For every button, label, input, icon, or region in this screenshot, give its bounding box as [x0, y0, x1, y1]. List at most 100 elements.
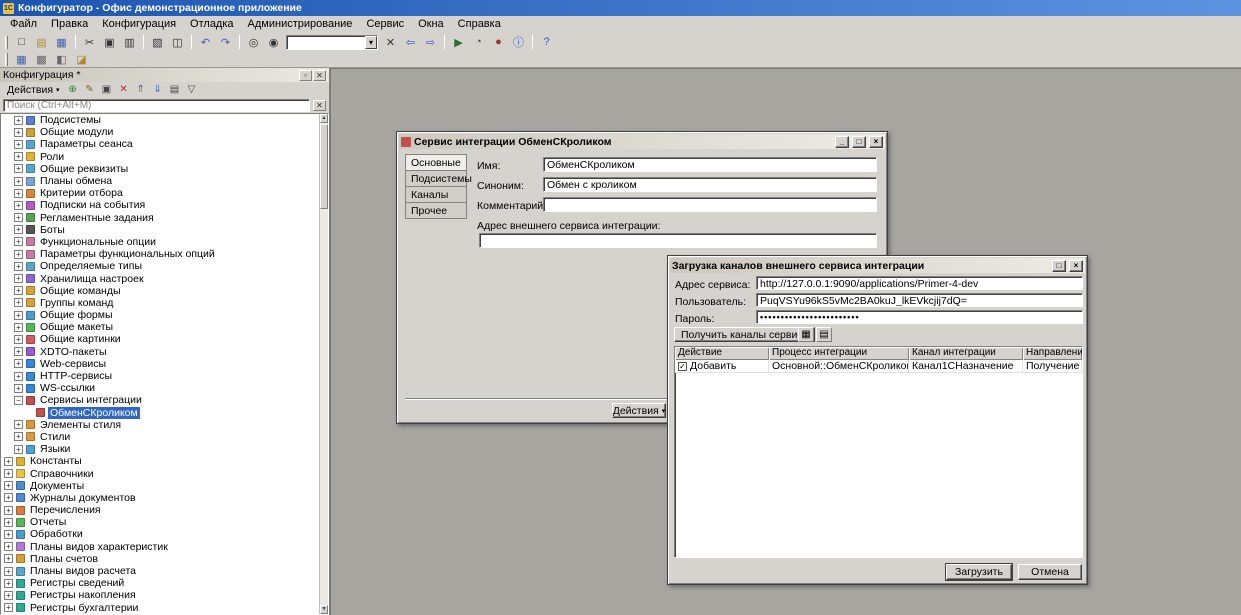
paste-icon[interactable]: ▥ [120, 34, 139, 50]
search-input[interactable]: Поиск (Ctrl+Alt+M) [3, 99, 310, 112]
tree-item[interactable]: +Подписки на события [1, 199, 319, 211]
find-next-icon[interactable]: ◉ [264, 34, 283, 50]
find-icon[interactable]: ◎ [244, 34, 263, 50]
debug-start-icon[interactable]: ▶ [449, 34, 468, 50]
dialog-actions-button[interactable]: Действия ▾ [612, 403, 666, 418]
search-clear-icon[interactable]: ✕ [313, 100, 326, 111]
tree-item[interactable]: +Общие макеты [1, 321, 319, 333]
go-forward-icon[interactable]: ⇨ [421, 34, 440, 50]
tree-expander-icon[interactable]: + [14, 323, 23, 332]
service-tab-4[interactable]: Прочее [405, 202, 467, 219]
tree-item[interactable]: +Регистры сведений [1, 577, 319, 589]
delete-icon[interactable]: ✕ [116, 83, 132, 97]
breakpoint-icon[interactable]: ● [489, 34, 508, 50]
tree-expander-icon[interactable]: + [14, 116, 23, 125]
tree-expander-icon[interactable]: + [14, 372, 23, 381]
menu-item-3[interactable]: Конфигурация [95, 17, 183, 31]
column-header-2[interactable]: Процесс интеграции [769, 347, 909, 360]
tree-item[interactable]: +Обработки [1, 528, 319, 540]
service-tab-3[interactable]: Каналы [405, 186, 467, 203]
tree-expander-icon[interactable]: + [14, 311, 23, 320]
tree-expander-icon[interactable]: + [14, 152, 23, 161]
save-settings-icon[interactable]: ▦ [798, 327, 814, 342]
tree-item[interactable]: +Регистры накопления [1, 589, 319, 601]
maximize-icon[interactable]: □ [1052, 260, 1066, 272]
user-field[interactable]: PuqVSYu96kS5vMc2BA0kuJ_lkEVkcjij7dQ= [756, 293, 1083, 307]
tree-item[interactable]: +Регистры бухгалтерии [1, 602, 319, 614]
edit-icon[interactable]: ✎ [82, 83, 98, 97]
password-field[interactable]: •••••••••••••••••••••••• [756, 310, 1083, 324]
tree-item[interactable]: +Планы обмена [1, 175, 319, 187]
tree-item[interactable]: +Группы команд [1, 297, 319, 309]
cancel-button[interactable]: Отмена [1018, 564, 1082, 580]
move-up-icon[interactable]: ⇑ [133, 83, 149, 97]
tree-expander-icon[interactable]: + [14, 177, 23, 186]
print-icon[interactable]: ▧ [148, 34, 167, 50]
tree-expander-icon[interactable]: + [4, 530, 13, 539]
print-preview-icon[interactable]: ◫ [168, 34, 187, 50]
column-header-4[interactable]: Направление [1023, 347, 1082, 360]
tree-item[interactable]: +Общие картинки [1, 333, 319, 345]
add-icon[interactable]: ⊕ [65, 83, 81, 97]
tree-expander-icon[interactable]: + [14, 201, 23, 210]
tree-item[interactable]: +Роли [1, 151, 319, 163]
tree-item[interactable]: +Боты [1, 224, 319, 236]
tree-item[interactable]: +WS-ссылки [1, 382, 319, 394]
scroll-thumb[interactable] [320, 124, 328, 209]
tree-item[interactable]: +Критерии отбора [1, 187, 319, 199]
tree-expander-icon[interactable]: + [14, 189, 23, 198]
maximize-icon[interactable]: □ [852, 136, 866, 148]
tree-expander-icon[interactable]: + [14, 432, 23, 441]
tree-expander-icon[interactable]: + [4, 481, 13, 490]
tree-item[interactable]: +Хранилища настроек [1, 272, 319, 284]
get-channels-button[interactable]: Получить каналы сервиса [674, 327, 815, 342]
tree-expander-icon[interactable]: + [14, 347, 23, 356]
comment-field[interactable] [543, 197, 877, 212]
tree-item[interactable]: +Общие реквизиты [1, 163, 319, 175]
actions-menu-button[interactable]: Действия ▾ [3, 83, 64, 97]
extension-icon[interactable]: ◪ [72, 52, 91, 68]
tree-expander-icon[interactable]: + [14, 420, 23, 429]
db-config-icon[interactable]: ▦ [12, 52, 31, 68]
chevron-down-icon[interactable]: ▾ [365, 36, 377, 49]
tree-expander-icon[interactable]: + [4, 567, 13, 576]
db-update-icon[interactable]: ▩ [32, 52, 51, 68]
menu-item-8[interactable]: Справка [451, 17, 508, 31]
tree-item[interactable]: +Регламентные задания [1, 212, 319, 224]
tree-item[interactable]: +Планы счетов [1, 553, 319, 565]
service-address-field[interactable]: http://127.0.0.1:9090/applications/Prime… [756, 276, 1083, 290]
save-icon[interactable]: ▦ [52, 34, 71, 50]
info-icon[interactable]: ⓘ [509, 34, 528, 50]
compare-config-icon[interactable]: ◧ [52, 52, 71, 68]
service-tab-1[interactable]: Основные [405, 154, 467, 171]
name-field[interactable]: ОбменСКроликом [543, 157, 877, 172]
menu-item-7[interactable]: Окна [411, 17, 451, 31]
tree-expander-icon[interactable]: + [4, 518, 13, 527]
tree-item[interactable]: +Справочники [1, 467, 319, 479]
toolbar-grip[interactable] [5, 53, 8, 66]
tree-expander-icon[interactable]: + [14, 274, 23, 283]
copy-icon[interactable]: ▣ [100, 34, 119, 50]
menu-item-5[interactable]: Администрирование [241, 17, 360, 31]
tree-expander-icon[interactable]: + [4, 506, 13, 515]
tree-item[interactable]: +Стили [1, 431, 319, 443]
tree-item[interactable]: +Общие команды [1, 285, 319, 297]
tree-expander-icon[interactable]: − [14, 396, 23, 405]
close-icon[interactable]: × [869, 136, 883, 148]
tree-item[interactable]: +Определяемые типы [1, 260, 319, 272]
filter-icon[interactable]: ▽ [184, 83, 200, 97]
menu-item-4[interactable]: Отладка [183, 17, 240, 31]
column-header-1[interactable]: Действие [675, 347, 769, 360]
tree-expander-icon[interactable]: + [14, 140, 23, 149]
move-down-icon[interactable]: ⇓ [150, 83, 166, 97]
tree-expander-icon[interactable]: + [14, 213, 23, 222]
scroll-up-icon[interactable]: ▲ [320, 114, 328, 123]
restore-settings-icon[interactable]: ▤ [816, 327, 832, 342]
tree-expander-icon[interactable]: + [14, 237, 23, 246]
undo-icon[interactable]: ↶ [196, 34, 215, 50]
table-row[interactable]: ✓ДобавитьОсновной::ОбменСКроликомКанал1С… [675, 360, 1082, 373]
new-icon[interactable]: □ [12, 34, 31, 50]
menu-item-1[interactable]: Файл [3, 17, 44, 31]
sort-icon[interactable]: ▤ [167, 83, 183, 97]
cut-icon[interactable]: ✂ [80, 34, 99, 50]
